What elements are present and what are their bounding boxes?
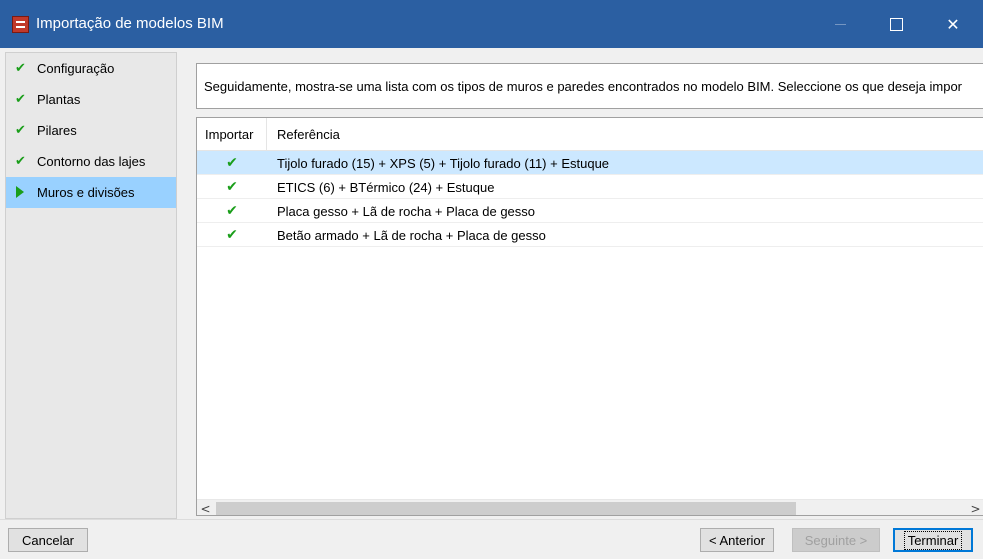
check-icon: ✔ bbox=[15, 123, 26, 138]
scroll-left-icon[interactable]: < bbox=[197, 500, 214, 516]
step-label: Configuração bbox=[37, 61, 115, 76]
previous-button[interactable]: < Anterior bbox=[700, 528, 774, 552]
import-checkbox[interactable]: ✔ bbox=[197, 151, 267, 175]
step-pilares[interactable]: ✔ Pilares bbox=[6, 115, 176, 146]
step-plantas[interactable]: ✔ Plantas bbox=[6, 84, 176, 115]
button-bar: Cancelar < Anterior Seguinte > Terminar bbox=[0, 519, 983, 559]
finish-button-label: Terminar bbox=[903, 530, 963, 550]
table-row[interactable]: ✔ ETICS (6) + BTérmico (24) + Estuque bbox=[197, 175, 983, 199]
step-configuracao[interactable]: ✔ Configuração bbox=[6, 53, 176, 84]
close-button[interactable]: ✕ bbox=[930, 0, 976, 48]
step-muros-e-divisoes[interactable]: Muros e divisões bbox=[6, 177, 176, 208]
next-button[interactable]: Seguinte > bbox=[792, 528, 880, 552]
scroll-thumb[interactable] bbox=[216, 502, 796, 515]
step-label: Pilares bbox=[37, 123, 77, 138]
table-row[interactable]: ✔ Betão armado + Lã de rocha + Placa de … bbox=[197, 223, 983, 247]
import-checkbox[interactable]: ✔ bbox=[197, 175, 267, 199]
step-label: Muros e divisões bbox=[37, 185, 135, 200]
maximize-button[interactable] bbox=[873, 0, 919, 48]
cancel-button[interactable]: Cancelar bbox=[8, 528, 88, 552]
minimize-button[interactable] bbox=[817, 0, 863, 48]
table-header: Importar Referência bbox=[197, 118, 983, 151]
column-header-importar[interactable]: Importar bbox=[197, 118, 267, 151]
table-row[interactable]: ✔ Tijolo furado (15) + XPS (5) + Tijolo … bbox=[197, 151, 983, 175]
reference-cell: ETICS (6) + BTérmico (24) + Estuque bbox=[277, 179, 495, 195]
scroll-right-icon[interactable]: > bbox=[967, 500, 983, 516]
import-checkbox[interactable]: ✔ bbox=[197, 223, 267, 247]
horizontal-scrollbar[interactable]: < > bbox=[197, 499, 983, 516]
wall-types-table: Importar Referência ✔ Tijolo furado (15)… bbox=[196, 117, 983, 516]
check-icon: ✔ bbox=[15, 92, 26, 107]
check-icon: ✔ bbox=[15, 61, 26, 76]
reference-cell: Placa gesso + Lã de rocha + Placa de ges… bbox=[277, 203, 536, 219]
step-label: Contorno das lajes bbox=[37, 154, 146, 169]
title-bar: Importação de modelos BIM ✕ bbox=[0, 0, 983, 48]
table-body: ✔ Tijolo furado (15) + XPS (5) + Tijolo … bbox=[197, 151, 983, 247]
info-panel: Seguidamente, mostra-se uma lista com os… bbox=[196, 63, 983, 109]
reference-cell: Tijolo furado (15) + XPS (5) + Tijolo fu… bbox=[277, 155, 610, 171]
window-title: Importação de modelos BIM bbox=[36, 15, 224, 32]
arrow-right-icon bbox=[16, 186, 24, 198]
finish-button[interactable]: Terminar bbox=[893, 528, 973, 552]
app-icon bbox=[12, 16, 29, 33]
table-row[interactable]: ✔ Placa gesso + Lã de rocha + Placa de g… bbox=[197, 199, 983, 223]
column-header-referencia[interactable]: Referência bbox=[267, 118, 983, 151]
reference-cell: Betão armado + Lã de rocha + Placa de ge… bbox=[277, 227, 546, 243]
import-checkbox[interactable]: ✔ bbox=[197, 199, 267, 223]
step-contorno-das-lajes[interactable]: ✔ Contorno das lajes bbox=[6, 146, 176, 177]
wizard-steps: ✔ Configuração ✔ Plantas ✔ Pilares ✔ Con… bbox=[5, 52, 177, 519]
check-icon: ✔ bbox=[15, 154, 26, 169]
info-text: Seguidamente, mostra-se uma lista com os… bbox=[204, 79, 963, 94]
step-label: Plantas bbox=[37, 92, 81, 107]
